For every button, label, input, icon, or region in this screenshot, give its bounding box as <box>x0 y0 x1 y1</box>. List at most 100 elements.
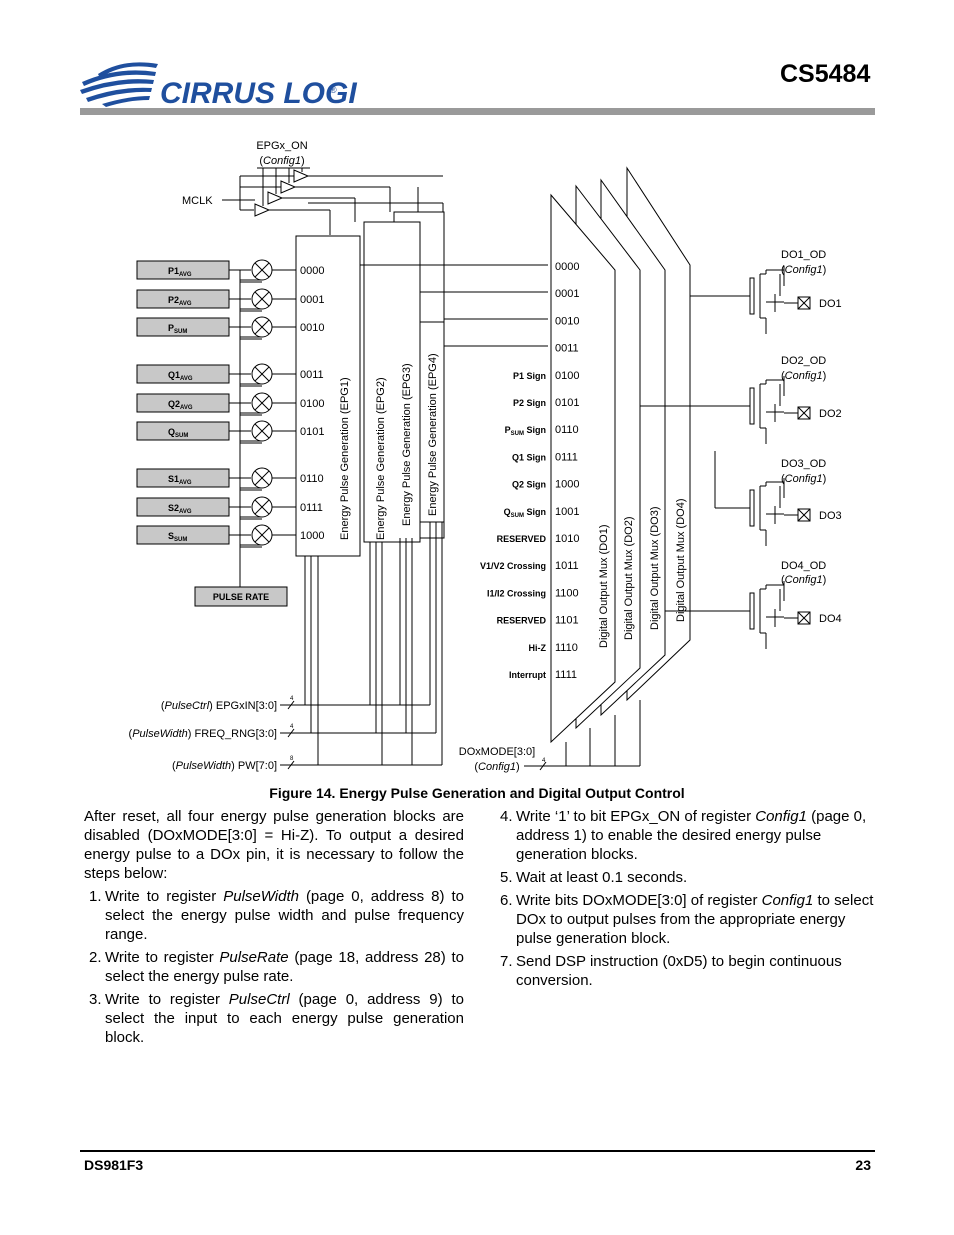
clock-buffer-icon <box>280 180 297 194</box>
step-item: 1. Write to register PulseWidth (page 0, … <box>89 888 464 943</box>
intro-paragraph: After reset, all four energy pulse gener… <box>84 808 464 882</box>
right-column: 4. Write ‘1’ to bit EPGx_ON of register C… <box>495 807 875 994</box>
mux-input-code: 0001 <box>555 288 579 300</box>
energy-pulse-diagram: EPGx_ON (Config1) MCLK Energy Pulse Generat… <box>129 140 842 773</box>
transistor-icon <box>749 277 755 315</box>
step-item: 3. Write to register PulseCtrl (page 0, a… <box>89 991 464 1046</box>
epg-input-code: 0111 <box>300 502 323 514</box>
mux-input-code: 1111 <box>555 669 577 681</box>
mux-input-code: 0100 <box>555 370 579 382</box>
do-od-label: DO4_OD <box>781 560 826 572</box>
step-item: 5. Wait at least 0.1 seconds. <box>500 869 688 886</box>
output-pin-label: DO3 <box>819 510 842 522</box>
page-number: 23 <box>855 1157 871 1173</box>
bus-input-label: (PulseWidth) PW[7:0] <box>172 760 277 772</box>
mux-input-label: PSUM Sign <box>505 425 546 437</box>
mux-input-code: 1100 <box>555 587 579 599</box>
register-name: PulseRate <box>219 949 289 966</box>
do-od-reg: (Config1) <box>781 264 826 276</box>
clock-buffer-icon <box>254 203 271 217</box>
clock-buffer-icon <box>267 191 284 205</box>
figure-caption: Figure 14. Energy Pulse Generation and D… <box>269 785 685 801</box>
left-column: After reset, all four energy pulse gener… <box>84 807 464 1051</box>
footer-rule <box>80 1150 875 1152</box>
register-name: Config1 <box>755 808 807 825</box>
step-number: 4. <box>500 808 513 825</box>
doxmode-label: DOxMODE[3:0] <box>459 746 535 758</box>
epg-input-code: 0011 <box>300 369 324 381</box>
epg-input-code: 0001 <box>300 294 324 306</box>
epg-input-code: 1000 <box>300 530 324 542</box>
step-number: 3. <box>89 991 102 1008</box>
do-od-reg: (Config1) <box>781 574 826 586</box>
doxmode-reg: (Config1) <box>474 761 519 773</box>
mux-input-code: 0010 <box>555 315 579 327</box>
mux-input-code: 1110 <box>555 642 578 654</box>
steps-list-right: 4. Write ‘1’ to bit EPGx_ON of register C… <box>495 807 875 990</box>
pulse-rate-label: PULSE RATE <box>213 592 269 602</box>
mux-input-label: Q1 Sign <box>512 452 546 462</box>
step-item: 2. Write to register PulseRate (page 18, … <box>89 949 464 985</box>
mux-block-title: Digital Output Mux (DO1) <box>598 525 610 648</box>
mux-input-label: RESERVED <box>497 616 547 626</box>
output-pin-label: DO4 <box>819 613 842 625</box>
do-od-label: DO1_OD <box>781 249 826 261</box>
mux-input-label: Interrupt <box>509 670 546 680</box>
mux-input-code: 0000 <box>555 261 579 273</box>
bus-input-label: (PulseWidth) FREQ_RNG[3:0] <box>129 728 277 740</box>
do-od-reg: (Config1) <box>781 473 826 485</box>
mux-input-code: 0011 <box>555 343 579 355</box>
bus-input-label: (PulseCtrl) EPGxIN[3:0] <box>161 700 277 712</box>
mux-block-do1 <box>550 193 616 744</box>
mux-input-code: 1011 <box>555 560 579 572</box>
step-item: 7. Send DSP instruction (0xD5) to begin c… <box>500 953 842 989</box>
mux-input-label: V1/V2 Crossing <box>480 561 546 571</box>
epgx-on-label: EPGx_ON <box>256 140 307 152</box>
do-od-label: DO3_OD <box>781 458 826 470</box>
mux-input-code: 0101 <box>555 397 579 409</box>
do-od-label: DO2_OD <box>781 355 826 367</box>
mux-block-title: Digital Output Mux (DO3) <box>649 507 661 630</box>
register-name: PulseCtrl <box>228 991 290 1008</box>
mux-input-code: 1101 <box>555 615 579 627</box>
step-item: 6. Write bits DOxMODE[3:0] of register Co… <box>500 892 874 947</box>
mux-input-label: P1 Sign <box>513 371 546 381</box>
mux-input-code: 0111 <box>555 451 578 463</box>
mux-block-title: Digital Output Mux (DO4) <box>675 499 687 622</box>
output-pin-label: DO2 <box>819 408 842 420</box>
mux-input-label: QSUM Sign <box>504 507 546 519</box>
register-name: Config1 <box>761 892 814 909</box>
step-number: 1. <box>89 888 102 905</box>
mux-input-label: P2 Sign <box>513 398 546 408</box>
epg-input-code: 0100 <box>300 398 324 410</box>
mux-input-code: 1001 <box>555 506 579 518</box>
mux-input-code: 1010 <box>555 533 579 545</box>
epg-input-code: 0110 <box>300 473 324 485</box>
epg-input-code: 0101 <box>300 426 324 438</box>
step-number: 5. <box>500 869 513 886</box>
epg-block-title: Energy Pulse Generation (EPG1) <box>339 377 351 540</box>
step-number: 6. <box>500 892 513 909</box>
mux-block-title: Digital Output Mux (DO2) <box>623 517 635 640</box>
doc-id: DS981F3 <box>84 1157 144 1173</box>
do-od-reg: (Config1) <box>781 370 826 382</box>
transistor-icon <box>749 592 755 630</box>
mclk-label: MCLK <box>182 195 213 207</box>
mux-input-label: Q2 Sign <box>512 480 546 490</box>
output-pin-label: DO1 <box>819 298 842 310</box>
steps-list-left: 1. Write to register PulseWidth (page 0, … <box>84 887 464 1047</box>
step-number: 2. <box>89 949 102 966</box>
mux-input-code: 1000 <box>555 479 579 491</box>
transistor-icon <box>749 489 755 527</box>
epg-block-title: Energy Pulse Generation (EPG3) <box>401 363 413 526</box>
mux-input-label: Hi-Z <box>529 643 547 653</box>
step-item: 4. Write ‘1’ to bit EPGx_ON of register C… <box>500 808 867 863</box>
mux-input-label: RESERVED <box>497 534 547 544</box>
mux-input-label: I1/I2 Crossing <box>487 588 546 598</box>
clock-buffer-icon <box>293 169 310 183</box>
register-name: PulseWidth <box>223 888 299 905</box>
mux-input-code: 0110 <box>555 424 579 436</box>
epgx-on-reg: (Config1) <box>259 155 304 167</box>
epg-input-code: 0010 <box>300 322 324 334</box>
epg-block-title: Energy Pulse Generation (EPG2) <box>375 377 387 540</box>
